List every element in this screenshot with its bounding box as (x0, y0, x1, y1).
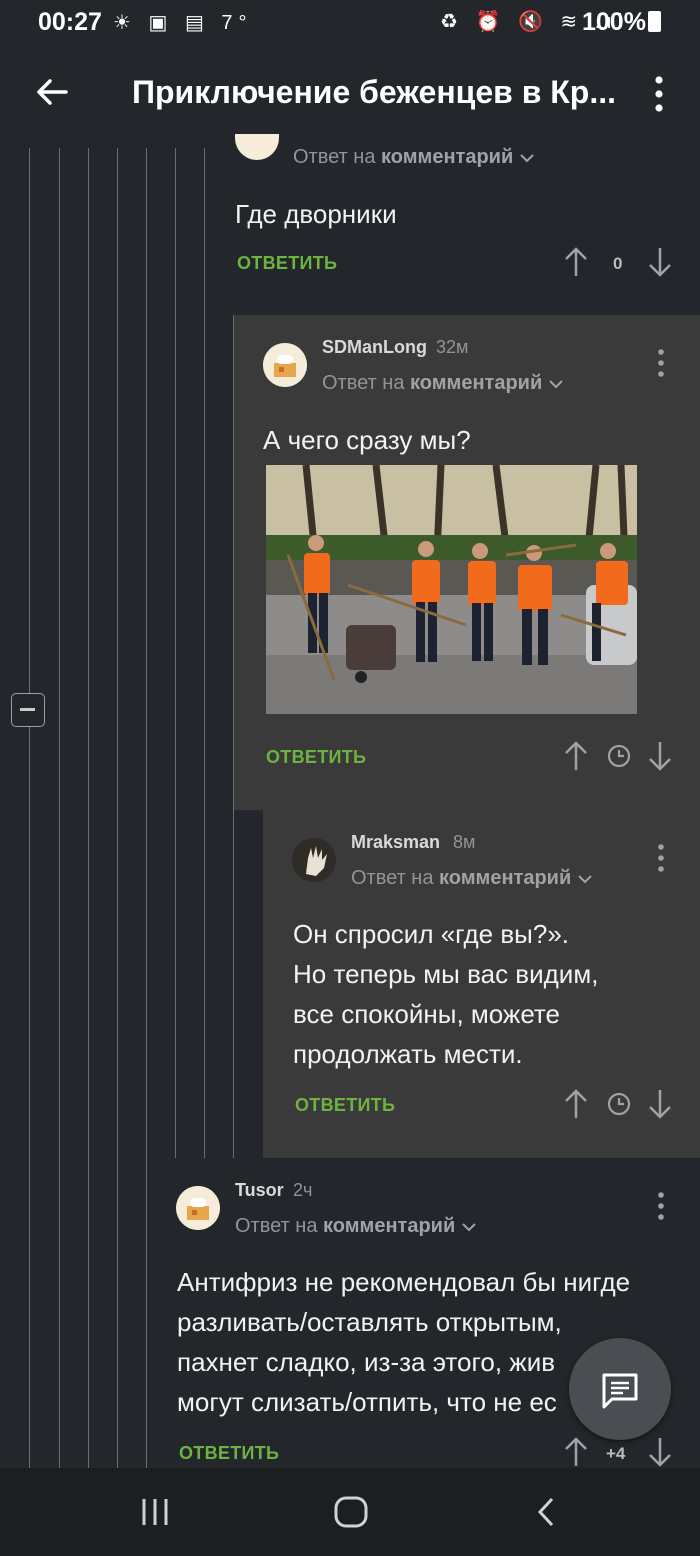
reply-button[interactable]: ОТВЕТИТЬ (295, 1095, 395, 1116)
comment-score: +4 (606, 1444, 626, 1463)
thread-line (175, 148, 176, 1158)
thread-line (117, 148, 118, 1468)
thread-line (29, 148, 30, 693)
comment-time: 8м (453, 832, 476, 852)
reply-to-label[interactable]: Ответ на комментарий (322, 372, 564, 395)
system-nav-bar (0, 1468, 700, 1556)
downvote-arrow-icon[interactable] (648, 246, 672, 278)
reply-button[interactable]: ОТВЕТИТЬ (237, 253, 337, 274)
comment-text-line: продолжать мести. (293, 1039, 523, 1069)
reply-button[interactable]: ОТВЕТИТЬ (179, 1443, 279, 1464)
comment-menu-icon[interactable] (657, 843, 665, 873)
back-arrow-icon[interactable] (34, 74, 70, 110)
comment-text-line: все спокойны, можете (293, 999, 560, 1029)
avatar (263, 343, 307, 387)
battery-icon (648, 11, 661, 32)
upvote-arrow-icon[interactable] (564, 1436, 588, 1468)
reply-to-label[interactable]: Ответ на комментарий (235, 1215, 477, 1238)
home-icon[interactable] (334, 1496, 368, 1528)
upvote-arrow-icon[interactable] (564, 246, 588, 278)
write-comment-fab[interactable] (569, 1338, 671, 1440)
recent-apps-icon[interactable] (140, 1497, 170, 1527)
upvote-arrow-icon[interactable] (564, 1088, 588, 1120)
comment-time: 32м (436, 337, 469, 357)
back-icon[interactable] (536, 1496, 556, 1528)
avatar (292, 838, 336, 882)
thread-line (59, 148, 60, 1468)
comment-text: А чего сразу мы? (263, 425, 471, 455)
comment-text-line: разливать/оставлять открытым, (177, 1307, 562, 1337)
comment-text-line: Он спросил «где вы?». (293, 919, 569, 949)
minus-icon (20, 708, 35, 711)
status-left-icons: ☀ ▣ ▤ 7° (113, 12, 253, 34)
comment-icon (602, 1373, 638, 1409)
username[interactable]: SDManLong (322, 337, 427, 358)
avatar (176, 1186, 220, 1230)
comment-time: 2ч (293, 1180, 313, 1200)
comment-card: Ответ на комментарий Где дворники ОТВЕТИ… (205, 134, 700, 315)
reply-to-label[interactable]: Ответ на комментарий (351, 867, 593, 890)
upvote-arrow-icon[interactable] (564, 740, 588, 772)
comment-photo[interactable] (266, 465, 637, 714)
comment-text-line: пахнет сладко, из-за этого, жив (177, 1347, 556, 1377)
comment-text-line: могут слизать/отпить, что не ес (177, 1387, 557, 1417)
clock-icon (607, 744, 631, 768)
status-bar: 00:27 ☀ ▣ ▤ 7° ♻ ⏰ 🔇 ≋ .ıl 100% (0, 0, 700, 44)
downvote-arrow-icon[interactable] (648, 1436, 672, 1468)
comment-score: 0 (613, 254, 623, 273)
username[interactable]: Mraksman (351, 832, 440, 853)
comment-text-line: Антифриз не рекомендовал бы нигде (177, 1267, 631, 1297)
comment-text-line: Но теперь мы вас видим, (293, 959, 599, 989)
reply-to-label[interactable]: Ответ на комментарий (293, 146, 535, 169)
username[interactable]: Tusor (235, 1180, 284, 1201)
page-title: Приключение беженцев в Кр... (132, 74, 616, 110)
comment-card: Mraksman 8м Ответ на комментарий Он спро… (263, 810, 700, 1158)
status-time: 00:27 (38, 8, 102, 36)
comment-menu-icon[interactable] (657, 348, 665, 378)
thread-line (29, 727, 30, 1468)
downvote-arrow-icon[interactable] (648, 740, 672, 772)
chevron-down-icon (578, 875, 592, 884)
chevron-down-icon (520, 154, 534, 163)
comment-menu-icon[interactable] (657, 1191, 665, 1221)
battery-percent: 100% (582, 8, 646, 36)
more-vert-icon[interactable] (650, 74, 668, 114)
app-header: Приключение беженцев в Кр... (0, 44, 700, 148)
chevron-down-icon (549, 380, 563, 389)
avatar (235, 134, 279, 160)
comment-card: SDManLong 32м Ответ на комментарий А чег… (234, 315, 700, 810)
thread-line (88, 148, 89, 1468)
collapse-thread-button[interactable] (11, 693, 45, 727)
reply-button[interactable]: ОТВЕТИТЬ (266, 747, 366, 768)
clock-icon (607, 1092, 631, 1116)
comment-text: Где дворники (235, 199, 397, 229)
chevron-down-icon (462, 1223, 476, 1232)
downvote-arrow-icon[interactable] (648, 1088, 672, 1120)
